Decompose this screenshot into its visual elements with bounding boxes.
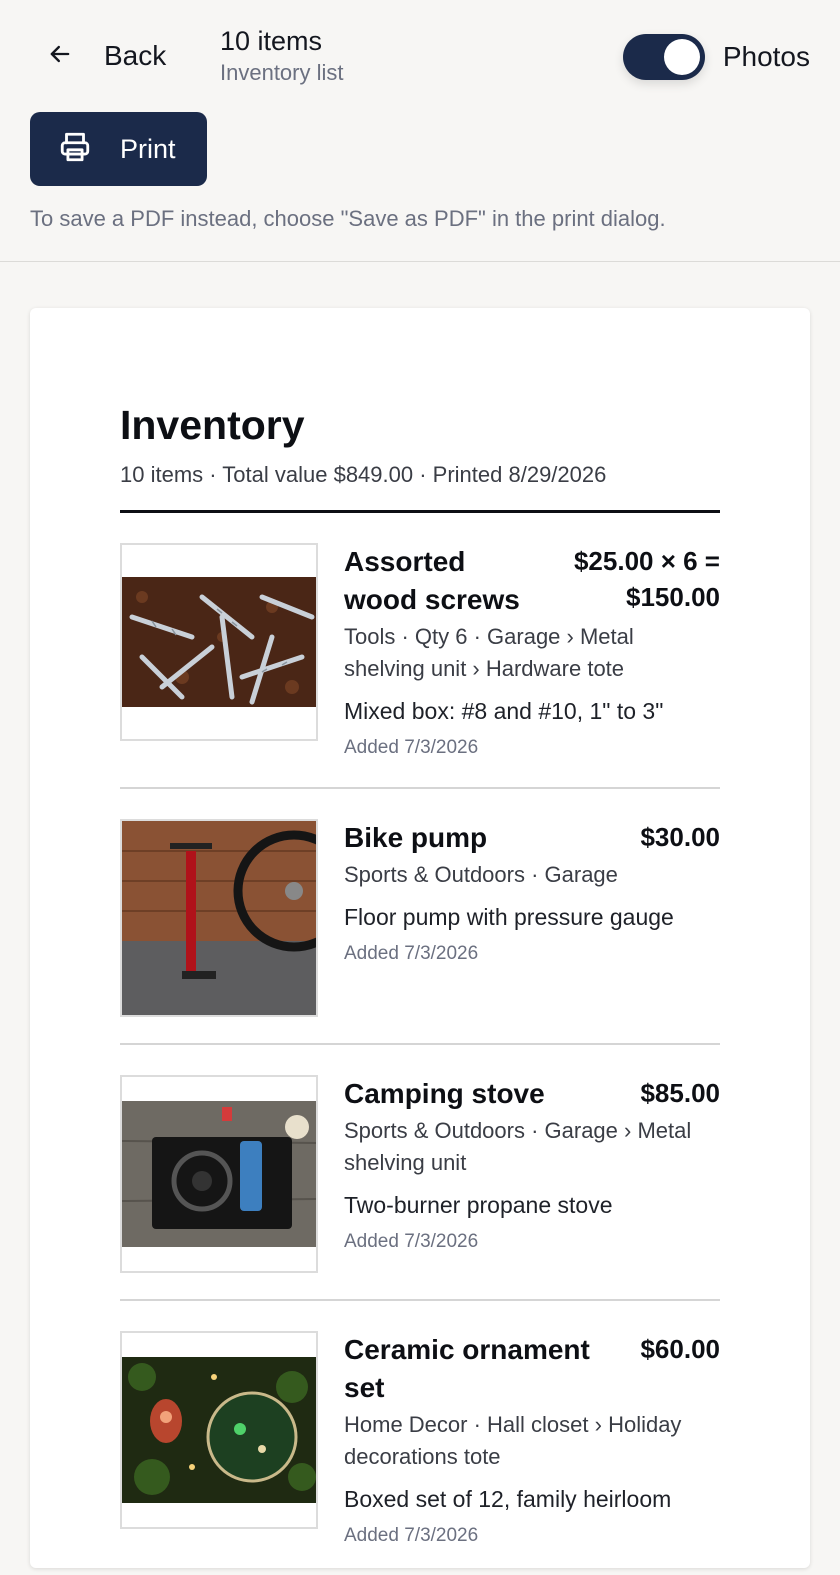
header-titles: 10 items Inventory list — [220, 24, 344, 88]
camping-stove-photo — [120, 1075, 318, 1273]
item-description: Two-burner propane stove — [344, 1192, 613, 1218]
inventory-item: Assorted wood screws $25.00 × 6 = $150.0… — [120, 513, 720, 789]
back-label: Back — [104, 40, 167, 71]
print-hint: To save a PDF instead, choose "Save as P… — [30, 206, 666, 231]
item-header: Assorted wood screws $25.00 × 6 = $150.0… — [344, 543, 720, 619]
printer-icon — [58, 130, 92, 169]
item-added-date: Added 7/3/2026 — [344, 737, 479, 758]
ornament-photo — [120, 1331, 318, 1529]
arrow-left-icon — [46, 40, 74, 73]
item-added-date: Added 7/3/2026 — [344, 943, 479, 964]
sheet-content: Inventory 10 items · Total value $849.00… — [120, 400, 720, 1575]
print-label: Print — [120, 133, 176, 164]
screws-photo — [120, 543, 318, 741]
print-button[interactable]: Print — [30, 112, 207, 186]
item-details: Assorted wood screws $25.00 × 6 = $150.0… — [344, 543, 720, 761]
back-button[interactable]: Back — [46, 30, 166, 82]
item-details: Camping stove $85.00 Sports & Outdoors ·… — [344, 1075, 720, 1273]
page-subtitle: Inventory list — [220, 60, 344, 85]
print-preview-sheet: Inventory 10 items · Total value $849.00… — [30, 308, 810, 1568]
item-name: Ceramic ornament set — [344, 1334, 590, 1403]
item-description: Floor pump with pressure gauge — [344, 904, 674, 930]
item-added-date: Added 7/3/2026 — [344, 1231, 479, 1252]
item-name: Camping stove — [344, 1078, 545, 1109]
item-price: $60.00 — [640, 1334, 720, 1364]
toggle-knob — [663, 39, 700, 75]
item-category: Sports & Outdoors · Garage › Metal shelv… — [344, 1118, 692, 1175]
item-details: Bike pump $30.00 Sports & Outdoors · Gar… — [344, 819, 720, 1017]
item-name: Bike pump — [344, 822, 488, 853]
inventory-item: Bike pump $30.00 Sports & Outdoors · Gar… — [120, 789, 720, 1045]
inventory-item: Ceramic ornament set $60.00 Home Decor ·… — [120, 1301, 720, 1575]
item-description: Boxed set of 12, family heirloom — [344, 1486, 672, 1512]
item-added-date: Added 7/3/2026 — [344, 1525, 479, 1546]
item-name: Assorted wood screws — [344, 546, 520, 615]
page-title: 10 items — [220, 26, 323, 56]
item-category: Sports & Outdoors · Garage — [344, 862, 618, 887]
item-details: Ceramic ornament set $60.00 Home Decor ·… — [344, 1331, 720, 1549]
inventory-item: Camping stove $85.00 Sports & Outdoors ·… — [120, 1045, 720, 1301]
item-price: $30.00 — [640, 822, 720, 852]
top-bar: Back 10 items Inventory list Photos Prin… — [0, 0, 840, 262]
item-header: Bike pump $30.00 — [344, 819, 720, 857]
item-header: Camping stove $85.00 — [344, 1075, 720, 1113]
item-header: Ceramic ornament set $60.00 — [344, 1331, 720, 1407]
item-category: Home Decor · Hall closet › Holiday decor… — [344, 1412, 682, 1469]
item-category: Tools · Qty 6 · Garage › Metal shelving … — [344, 624, 634, 681]
document-meta: 10 items · Total value $849.00 · Printed… — [120, 462, 607, 487]
photos-toggle-group: Photos — [622, 30, 810, 84]
item-description: Mixed box: #8 and #10, 1" to 3" — [344, 698, 664, 724]
item-price: $25.00 × 6 = $150.00 — [573, 546, 720, 612]
item-price: $85.00 — [640, 1078, 720, 1108]
photos-label: Photos — [722, 41, 810, 72]
bike-pump-photo — [120, 819, 318, 1017]
document-title: Inventory — [120, 402, 305, 448]
photos-toggle[interactable] — [622, 34, 705, 80]
